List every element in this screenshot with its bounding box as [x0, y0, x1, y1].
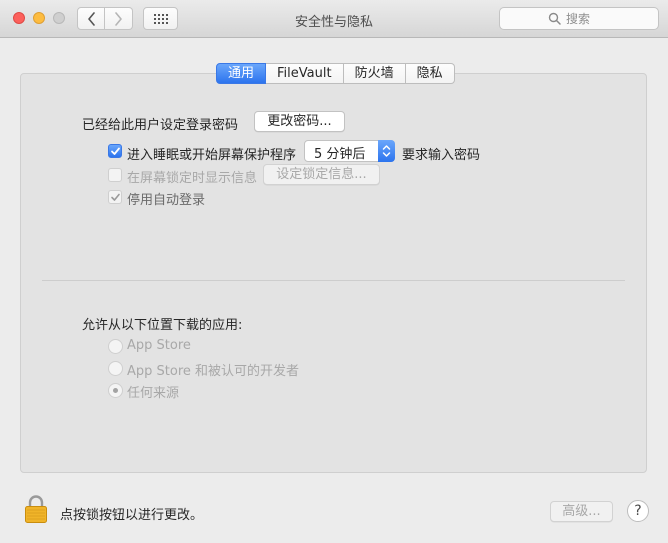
password-set-label: 已经给此用户设定登录密码 [82, 118, 239, 133]
tab-firewall[interactable]: 防火墙 [343, 63, 406, 84]
disable-auto-login-checkbox[interactable] [108, 190, 122, 204]
lock-icon[interactable] [24, 494, 48, 524]
lock-message-checkbox[interactable] [108, 168, 122, 182]
require-password-label: 进入睡眠或开始屏幕保护程序 [127, 148, 297, 163]
tab-privacy[interactable]: 隐私 [405, 63, 455, 84]
search-field[interactable] [499, 7, 659, 30]
section-divider [42, 280, 625, 281]
radio-app-store-identified[interactable] [108, 361, 123, 376]
tab-filevault[interactable]: FileVault [266, 63, 344, 84]
security-privacy-window: 安全性与隐私 通用 FileVault 防火墙 隐私 已经给此用户设定登录密码 … [0, 0, 668, 543]
checkmark-icon [111, 147, 120, 155]
advanced-button[interactable]: 高级... [550, 501, 613, 522]
password-delay-value: 5 分钟后 [314, 147, 366, 162]
radio-app-store[interactable] [108, 339, 123, 354]
change-password-button[interactable]: 更改密码... [254, 111, 345, 132]
search-icon [548, 12, 561, 25]
require-password-suffix: 要求输入密码 [402, 148, 481, 163]
radio-app-store-label: App Store [127, 338, 191, 353]
disable-auto-login-label: 停用自动登录 [127, 193, 206, 208]
updown-chevron-icon [382, 145, 391, 157]
set-lock-message-button[interactable]: 设定锁定信息... [263, 164, 380, 185]
radio-selected-dot [113, 388, 118, 393]
tab-bar: 通用 FileVault 防火墙 隐私 [216, 63, 455, 84]
lock-message-label: 在屏幕锁定时显示信息 [127, 171, 258, 186]
require-password-checkbox[interactable] [108, 144, 122, 158]
radio-app-store-identified-label: App Store 和被认可的开发者 [127, 364, 300, 379]
search-input[interactable] [566, 10, 654, 27]
checkmark-icon [111, 193, 120, 201]
popup-arrows [378, 140, 395, 162]
titlebar: 安全性与隐私 [0, 0, 668, 38]
lock-message: 点按锁按钮以进行更改。 [60, 508, 204, 523]
downloads-heading: 允许从以下位置下载的应用: [82, 318, 243, 333]
password-delay-popup[interactable]: 5 分钟后 [304, 140, 395, 162]
radio-anywhere-label: 任何来源 [127, 386, 180, 401]
tab-general[interactable]: 通用 [216, 63, 267, 84]
help-button[interactable]: ? [627, 500, 649, 522]
content-panel [20, 73, 647, 473]
radio-anywhere[interactable] [108, 383, 123, 398]
